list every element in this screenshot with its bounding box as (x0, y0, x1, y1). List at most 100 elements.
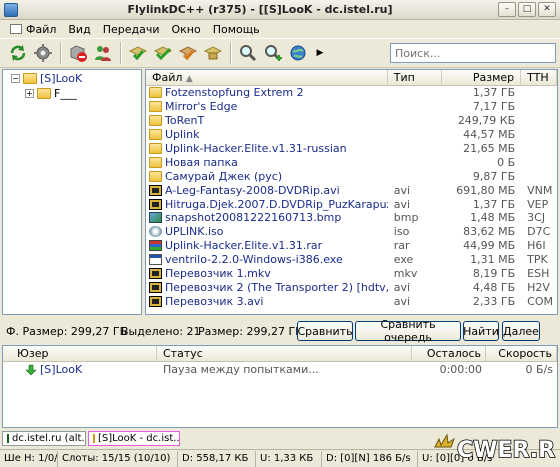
column-name[interactable]: Файл ▲ (146, 70, 388, 85)
toolbar: ▶ (0, 38, 560, 68)
tab-file-list[interactable]: [S]LooK - dc.ist... (88, 430, 180, 446)
file-row[interactable]: ToRenT 249,79 КБ (146, 114, 557, 128)
file-type: avi (393, 280, 411, 294)
file-name: Uplink-Hacker.Elite.v1.31.rar (165, 239, 323, 253)
file-tth: VEP (527, 197, 549, 211)
file-name: Перевозчик 3.avi (165, 294, 264, 308)
file-row[interactable]: Uplink 44,57 МБ (146, 128, 557, 142)
column-status[interactable]: Статус (157, 346, 412, 361)
close-button[interactable]: ✕ (538, 2, 556, 17)
svg-text:CWER.RU: CWER.RU (457, 438, 556, 463)
file-list: Файл ▲ Тип Размер TTH Fotzenstopfung Ext… (145, 69, 558, 315)
remove-button[interactable] (66, 41, 90, 65)
queue-button[interactable] (126, 41, 150, 65)
adl-search-button[interactable] (261, 41, 285, 65)
file-size: 249,79 КБ (457, 114, 516, 128)
compare-queue-button[interactable]: Сравнить очередь (355, 318, 461, 344)
file-type: exe (393, 253, 414, 267)
folder-icon (149, 101, 162, 113)
file-list-header: Файл ▲ Тип Размер TTH (146, 70, 557, 86)
column-tth[interactable]: TTH (521, 70, 557, 85)
find-button[interactable]: Найти (463, 321, 499, 341)
column-user[interactable]: Юзер (3, 346, 157, 361)
menu-help[interactable]: Помощь (207, 23, 266, 36)
menu-view[interactable]: Вид (62, 23, 96, 36)
settings-button[interactable] (31, 41, 55, 65)
file-name: Fotzenstopfung Extrem 2 (165, 86, 304, 100)
column-type[interactable]: Тип (388, 70, 442, 85)
collapse-icon[interactable]: − (11, 74, 20, 83)
toolbar-separator (230, 42, 232, 64)
file-row[interactable]: Новая папка 0 Б (146, 155, 557, 169)
maximize-button[interactable]: □ (518, 2, 536, 17)
file-row[interactable]: Перевозчик 1.mkv mkv 8,19 ГБ ESH (146, 267, 557, 281)
column-size[interactable]: Размер (442, 70, 522, 85)
tree-item[interactable]: + F___ (3, 86, 141, 101)
search-spy-button[interactable] (286, 41, 310, 65)
file-row[interactable]: snapshot20081222160713.bmp bmp 1,48 МБ 3CJ (146, 211, 557, 225)
menu-transfers[interactable]: Передачи (97, 23, 166, 36)
file-row[interactable]: ventrilo-2.2.0-Windows-i386.exe exe 1,31 М… (146, 253, 557, 267)
file-row[interactable]: Перевозчик 2 (The Transporter 2) [hdtv,r… (146, 280, 557, 294)
file-row[interactable]: Перевозчик 3.avi avi 2,33 ГБ COM (146, 294, 557, 308)
watermark-logo: CWER.RU (434, 433, 556, 464)
menu-bar: Файл Вид Передачи Окно Помощь (0, 20, 560, 38)
tree-root[interactable]: − [S]LooK (3, 71, 141, 86)
menu-window[interactable]: Окно (166, 23, 207, 36)
file-row[interactable]: Самурай Джек (рус) 9,87 ГБ (146, 169, 557, 183)
column-speed[interactable]: Скорость (486, 346, 557, 361)
tab-hub[interactable]: dc.istel.ru (alt... (2, 430, 86, 446)
file-size: 0 Б (497, 155, 516, 169)
next-button[interactable]: Далее (502, 321, 540, 341)
toolbar-overflow-icon[interactable]: ▶ (315, 48, 325, 58)
file-name: Uplink (165, 128, 200, 142)
folder-icon (149, 129, 162, 141)
refresh-button[interactable] (6, 41, 30, 65)
file-row[interactable]: Uplink-Hacker.Elite.v1.31.rar rar 44,99 МБ… (146, 239, 557, 253)
file-size: 9,87 ГБ (472, 169, 516, 183)
file-name: Новая папка (165, 155, 238, 169)
file-row[interactable]: UPLINK.iso iso 83,62 МБ D7C (146, 225, 557, 239)
file-name: Перевозчик 1.mkv (165, 267, 271, 281)
disc-icon (149, 226, 162, 238)
file-row[interactable]: Mirror's Edge 7,17 ГБ (146, 100, 557, 114)
minimize-button[interactable]: – (498, 2, 516, 17)
file-size: 1,37 ГБ (472, 197, 516, 211)
globe-icon (290, 45, 306, 61)
search-input[interactable] (390, 43, 556, 63)
executable-icon (149, 254, 162, 266)
file-name: Перевозчик 2 (The Transporter 2) [hdtv,r… (165, 280, 388, 294)
sort-ascending-icon: ▲ (185, 74, 193, 84)
file-rows: Fotzenstopfung Extrem 2 1,37 ГБ Mirror's E… (146, 86, 557, 308)
gear-icon (34, 44, 52, 62)
status-slots: Слоты: 15/15 (10/10) (58, 450, 178, 467)
selected-size: Размер: 299,27 ГБ (198, 324, 303, 338)
upload-queue-button[interactable] (176, 41, 200, 65)
compare-button[interactable]: Сравнить (297, 321, 353, 341)
hub-icon (7, 433, 9, 443)
file-tth: H2V (527, 280, 550, 294)
uploads-finished-button[interactable] (201, 41, 225, 65)
expand-icon[interactable]: + (25, 89, 34, 98)
file-row[interactable]: Fotzenstopfung Extrem 2 1,37 ГБ (146, 86, 557, 100)
video-file-icon (149, 198, 162, 210)
column-left[interactable]: Осталось (412, 346, 486, 361)
status-uploaded: U: 1,33 КБ (256, 450, 322, 467)
users-button[interactable] (91, 41, 115, 65)
file-row[interactable]: A-Leg-Fantasy-2008-DVDRip.avi avi 691,80 М… (146, 183, 557, 197)
checkmark-icon (153, 46, 173, 61)
file-row[interactable]: Hitruga.Djek.2007.D.DVDRip_PuzKarapuz.av… (146, 197, 557, 211)
file-name: snapshot20081222160713.bmp (165, 211, 342, 225)
download-check-icon (128, 46, 148, 61)
menu-file[interactable]: Файл (4, 23, 62, 36)
search-button[interactable] (236, 41, 260, 65)
finished-button[interactable] (151, 41, 175, 65)
file-size: 8,19 ГБ (472, 267, 516, 281)
file-name: Uplink-Hacker.Elite.v1.31-russian (165, 142, 347, 155)
file-name: A-Leg-Fantasy-2008-DVDRip.avi (165, 183, 340, 197)
file-type: iso (393, 225, 410, 239)
transfer-row[interactable]: [S]LooK Пауза между попытками... 0:00:00… (3, 362, 557, 377)
video-file-icon (149, 184, 162, 196)
file-row[interactable]: Uplink-Hacker.Elite.v1.31-russian 21,65 М… (146, 142, 557, 156)
file-tth: TPK (527, 253, 548, 267)
